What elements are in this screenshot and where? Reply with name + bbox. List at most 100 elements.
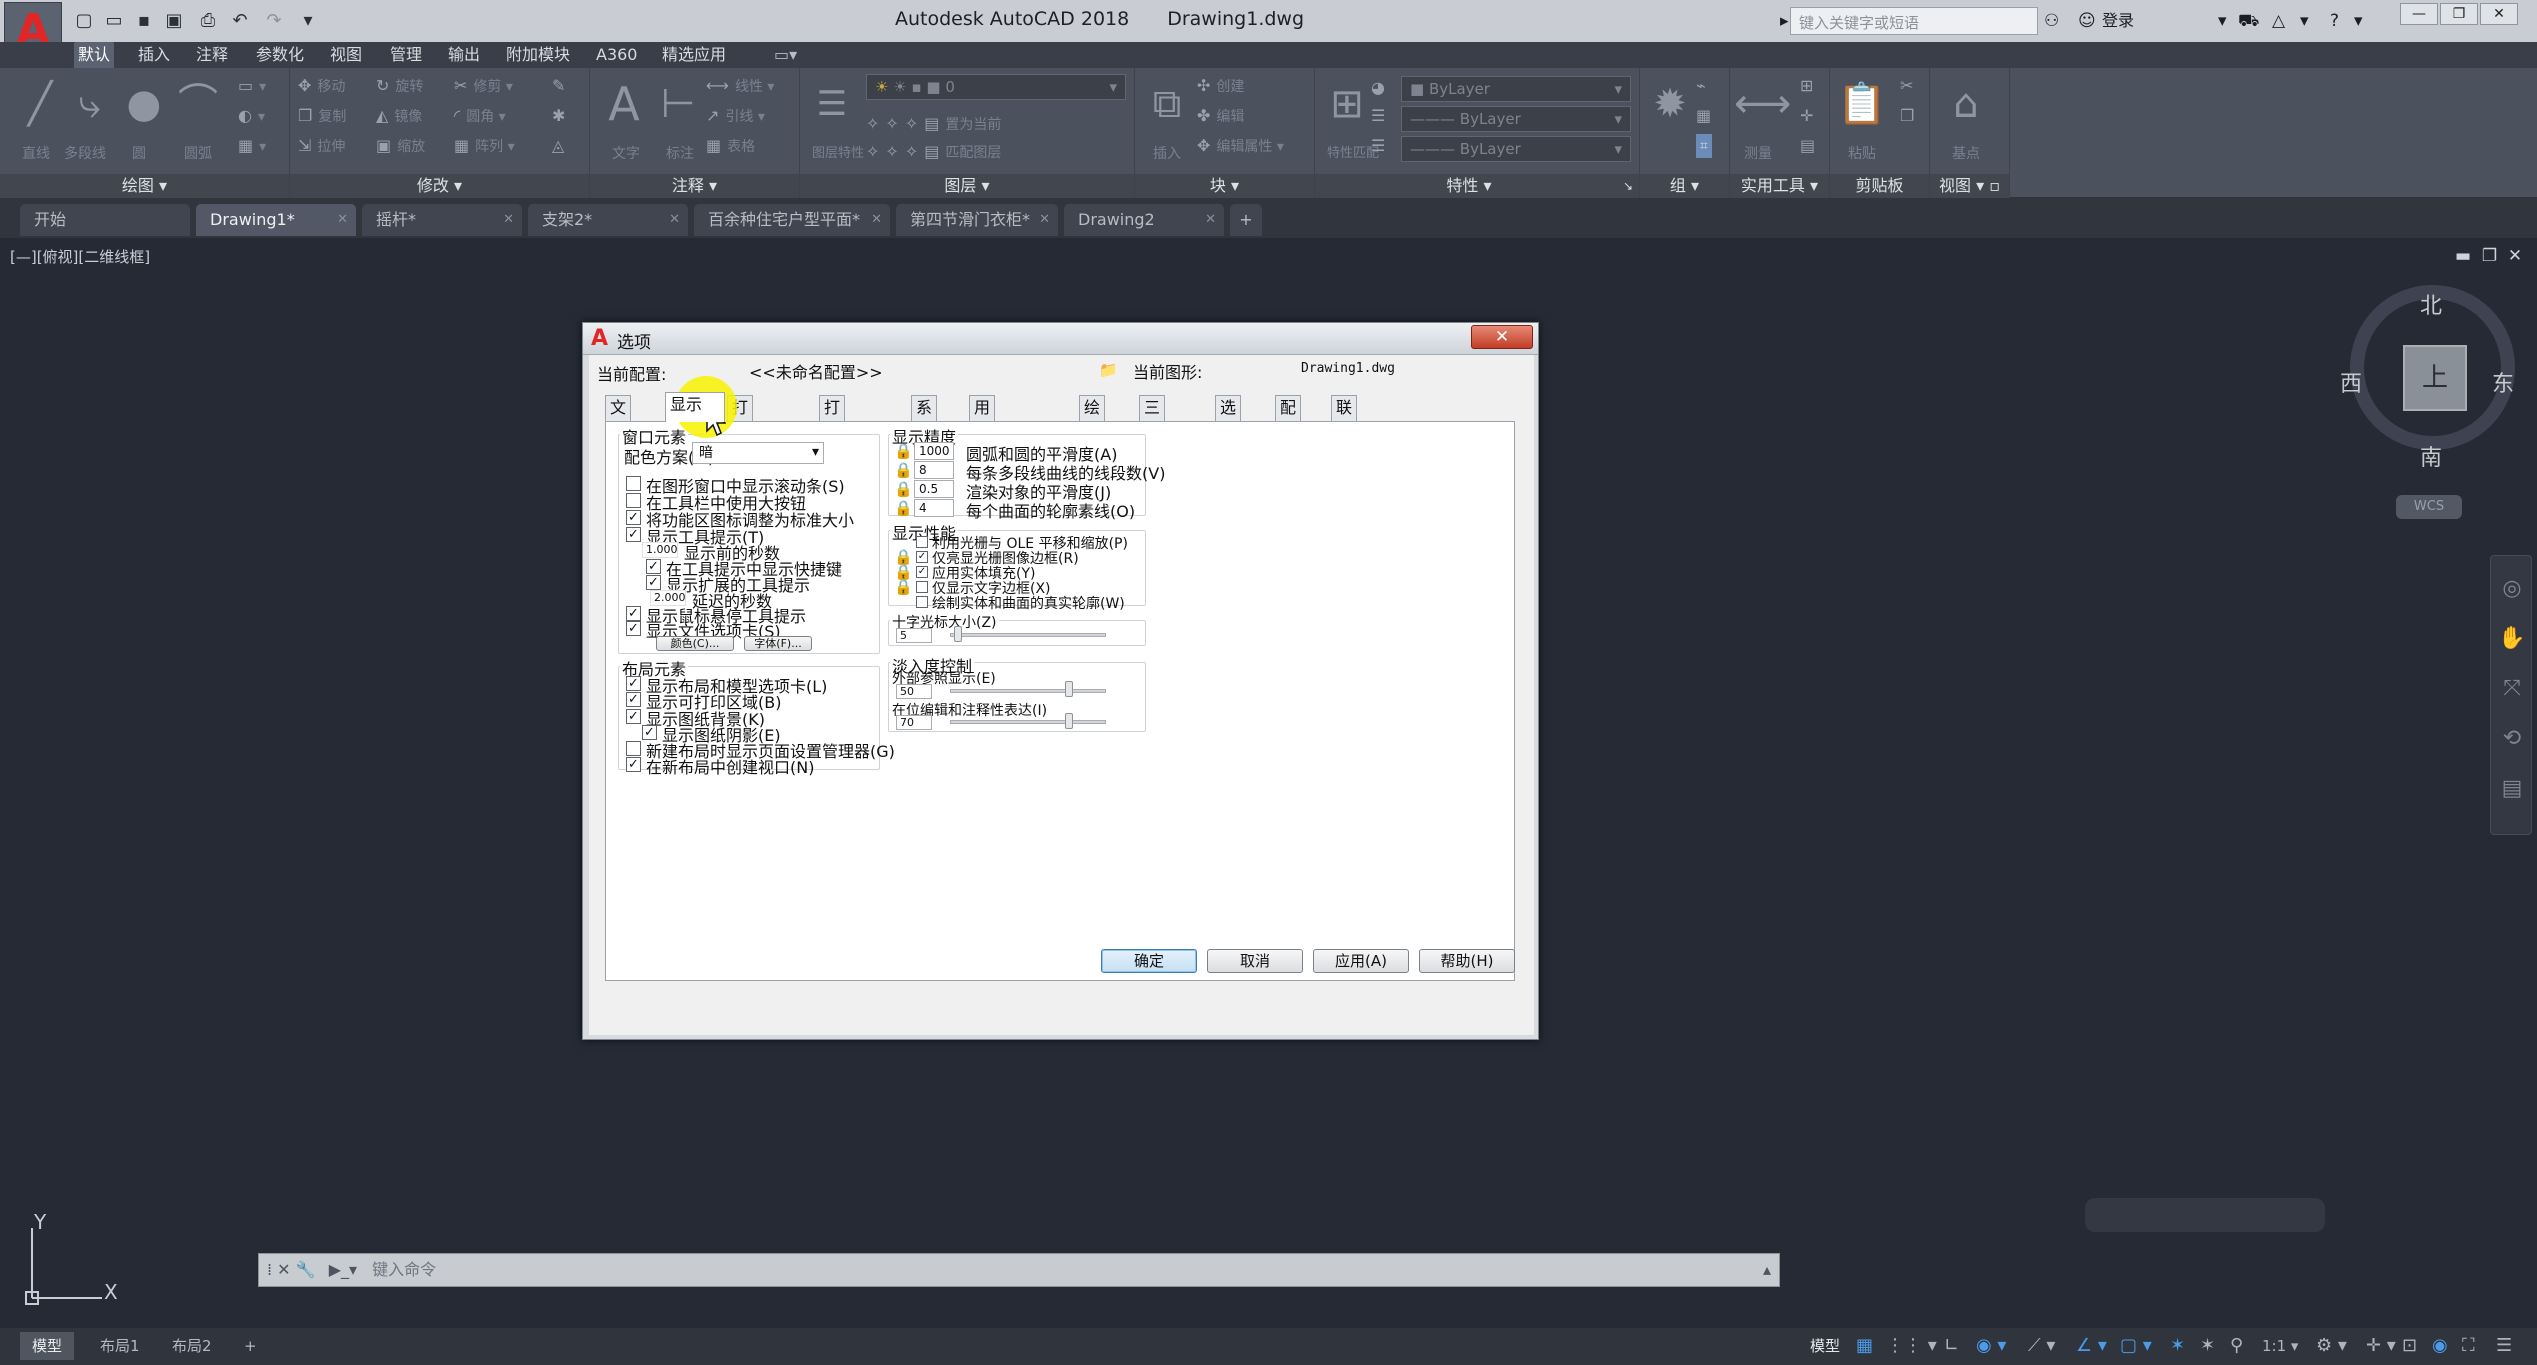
base-view-icon[interactable]: ⌂ <box>1938 76 1994 140</box>
tab-drafting[interactable]: 绘图 <box>1079 395 1106 441</box>
ribbon-tab-insert[interactable]: 插入 <box>134 42 174 68</box>
copy-clip-icon[interactable]: ❐ <box>1900 104 1920 128</box>
search-expand-icon[interactable]: ▸ <box>1780 8 1789 34</box>
layer-properties-icon[interactable]: ☰ <box>804 76 860 140</box>
render-smoothness-input[interactable]: 0.5 <box>914 480 954 498</box>
compass-east[interactable]: 东 <box>2492 366 2514 398</box>
osnap-tracking-icon[interactable]: ∠ ▾ <box>2076 1332 2107 1360</box>
select-all-icon[interactable]: ▤ <box>1800 134 1821 158</box>
table-tool[interactable]: ▦ 表格 <box>706 134 755 158</box>
add-layout-button[interactable]: + <box>232 1332 269 1360</box>
tab-user-preferences[interactable]: 用户系统配置 <box>969 395 996 537</box>
ribbon-tab-home[interactable]: 默认 <box>74 42 115 68</box>
polar-icon[interactable]: ◉ ▾ <box>1976 1332 2006 1360</box>
showmotion-icon[interactable]: ▤ <box>2491 776 2533 801</box>
line-icon[interactable]: ╱ <box>12 76 68 140</box>
ribbon-tab-output[interactable]: 输出 <box>444 42 484 68</box>
inplace-fade-input[interactable]: 70 <box>896 715 932 730</box>
file-tab-start[interactable]: 开始 <box>20 204 190 236</box>
group-selection-icon[interactable]: ⌗ <box>1696 134 1712 158</box>
tab-files[interactable]: 文件 <box>605 395 632 441</box>
file-tab-wardrobe[interactable]: 第四节滑门衣柜* ✕ <box>896 204 1058 236</box>
gradient-icon[interactable]: ▦ ▾ <box>238 134 266 158</box>
file-tab-drawing1[interactable]: Drawing1* ✕ <box>196 204 356 236</box>
print-icon[interactable]: ⎙ <box>196 10 220 32</box>
cart-icon[interactable]: ⛟ <box>2238 8 2259 34</box>
ribbon-tab-featured[interactable]: 精选应用 <box>658 42 730 68</box>
ribbon-options-icon[interactable]: ▭▾ <box>770 42 801 68</box>
large-buttons-checkbox[interactable] <box>626 493 641 508</box>
close-tab-icon[interactable]: ✕ <box>1039 204 1050 236</box>
quick-access-dropdown-icon[interactable]: ▾ <box>296 10 320 32</box>
crosshair-size-input[interactable]: 5 <box>896 628 932 643</box>
raster-frame-checkbox[interactable]: ✓ <box>916 551 928 563</box>
save-as-icon[interactable]: ▣ <box>162 10 186 32</box>
tab-plot-publish[interactable]: 打印和发布 <box>819 395 846 513</box>
cmd-history-icon[interactable]: ▴ <box>1763 1254 1771 1286</box>
lineweight-dropdown[interactable]: ——— ByLayer ▾ <box>1401 136 1631 162</box>
group-edit-icon[interactable]: ▦ <box>1696 104 1717 128</box>
layout-tabs-checkbox[interactable]: ✓ <box>626 676 641 691</box>
block-panel-label[interactable]: 块 ▾ <box>1135 174 1314 198</box>
leader-tool[interactable]: ↗ 引线 ▾ <box>706 104 765 128</box>
layout-tab-model[interactable]: 模型 <box>20 1332 75 1360</box>
file-tab-bracket[interactable]: 支架2* ✕ <box>528 204 688 236</box>
paste-icon[interactable]: 📋 <box>1834 76 1890 140</box>
edit-attributes-tool[interactable]: ✥ 编辑属性 ▾ <box>1197 134 1284 158</box>
edit-block-tool[interactable]: ✤ 编辑 <box>1197 104 1244 128</box>
array-tool[interactable]: ▦ 阵列 ▾ <box>454 134 515 158</box>
fillet-tool[interactable]: ◜ 圆角 ▾ <box>454 104 506 128</box>
command-line[interactable]: ⁞ ✕ 🔧 ▶_▾ 键入命令 ▴ <box>258 1253 1780 1287</box>
command-input[interactable]: 键入命令 <box>372 1260 436 1279</box>
redo-icon[interactable]: ↷ <box>262 10 286 32</box>
compass-north[interactable]: 北 <box>2420 288 2442 320</box>
open-icon[interactable]: ▭ <box>102 10 126 32</box>
arc-icon[interactable]: ⌒ <box>170 76 226 140</box>
explode-icon[interactable]: ✱ <box>552 104 571 128</box>
ok-button[interactable]: 确定 <box>1101 949 1197 973</box>
arc-smoothness-input[interactable]: 1000 <box>914 442 954 460</box>
linear-tool[interactable]: ⟷ 线性 ▾ <box>706 74 774 98</box>
grid-icon[interactable]: ▦ <box>1856 1332 1873 1360</box>
resize-ribbon-icons-checkbox[interactable]: ✓ <box>626 510 641 525</box>
close-tab-icon[interactable]: ✕ <box>669 204 680 236</box>
annotation-scale-value[interactable]: 1:1 ▾ <box>2262 1332 2298 1360</box>
rollover-tooltips-checkbox[interactable]: ✓ <box>626 606 641 621</box>
wcs-menu[interactable]: WCS <box>2396 495 2462 519</box>
user-icon[interactable]: ☺ <box>2078 8 2096 34</box>
customize-icon[interactable]: ☰ <box>2496 1332 2512 1360</box>
new-icon[interactable]: ▢ <box>72 10 96 32</box>
tab-online[interactable]: 联机 <box>1331 395 1358 441</box>
group-icon[interactable]: ✹ <box>1642 76 1698 140</box>
workspace-gear-icon[interactable]: ⚙ ▾ <box>2316 1332 2347 1360</box>
insert-block-icon[interactable]: ⧉ <box>1139 76 1195 140</box>
color-scheme-select[interactable]: 暗 ▾ <box>692 442 824 464</box>
ribbon-tab-manage[interactable]: 管理 <box>386 42 426 68</box>
snap-icon[interactable]: ⋮⋮ ▾ <box>1886 1332 1937 1360</box>
pan-icon[interactable]: ✋ <box>2491 626 2533 651</box>
crosshair-slider-thumb[interactable] <box>953 626 962 642</box>
show-tooltips-checkbox[interactable]: ✓ <box>626 527 641 542</box>
close-tab-icon[interactable]: ✕ <box>337 204 348 236</box>
orbit-icon[interactable]: ⟲ <box>2491 726 2533 751</box>
text-frame-checkbox[interactable] <box>916 581 928 593</box>
layer-dropdown[interactable]: ☀ ☀ ▪ ■ 0 ▾ <box>866 74 1126 100</box>
fullscreen-icon[interactable]: ⛶ <box>2462 1332 2475 1360</box>
id-point-icon[interactable]: ✛ <box>1800 104 1819 128</box>
ribbon-tab-annotate[interactable]: 注释 <box>192 42 232 68</box>
fonts-button[interactable]: 字体(F)... <box>744 636 812 651</box>
measure-icon[interactable]: ⟷ <box>1734 76 1791 140</box>
stretch-tool[interactable]: ⇲ 拉伸 <box>298 134 345 158</box>
create-block-tool[interactable]: ✣ 创建 <box>1197 74 1244 98</box>
layers-panel-label[interactable]: 图层 ▾ <box>800 174 1134 198</box>
apply-button[interactable]: 应用(A) <box>1313 949 1409 973</box>
dimension-icon[interactable]: ⊢ <box>650 76 706 140</box>
file-tab-drawing2[interactable]: Drawing2 ✕ <box>1064 204 1224 236</box>
xref-fade-slider[interactable] <box>950 689 1106 693</box>
close-button[interactable]: ✕ <box>2480 3 2518 25</box>
layer-tools-row2[interactable]: ✧ ✧ ✧ ▤ 匹配图层 <box>866 140 1001 164</box>
file-tab-rocker[interactable]: 摇杆* ✕ <box>362 204 522 236</box>
ribbon-tab-parametric[interactable]: 参数化 <box>252 42 308 68</box>
tab-display[interactable]: 显示 <box>665 392 725 422</box>
color-wheel-icon[interactable]: ◕ <box>1371 76 1391 100</box>
